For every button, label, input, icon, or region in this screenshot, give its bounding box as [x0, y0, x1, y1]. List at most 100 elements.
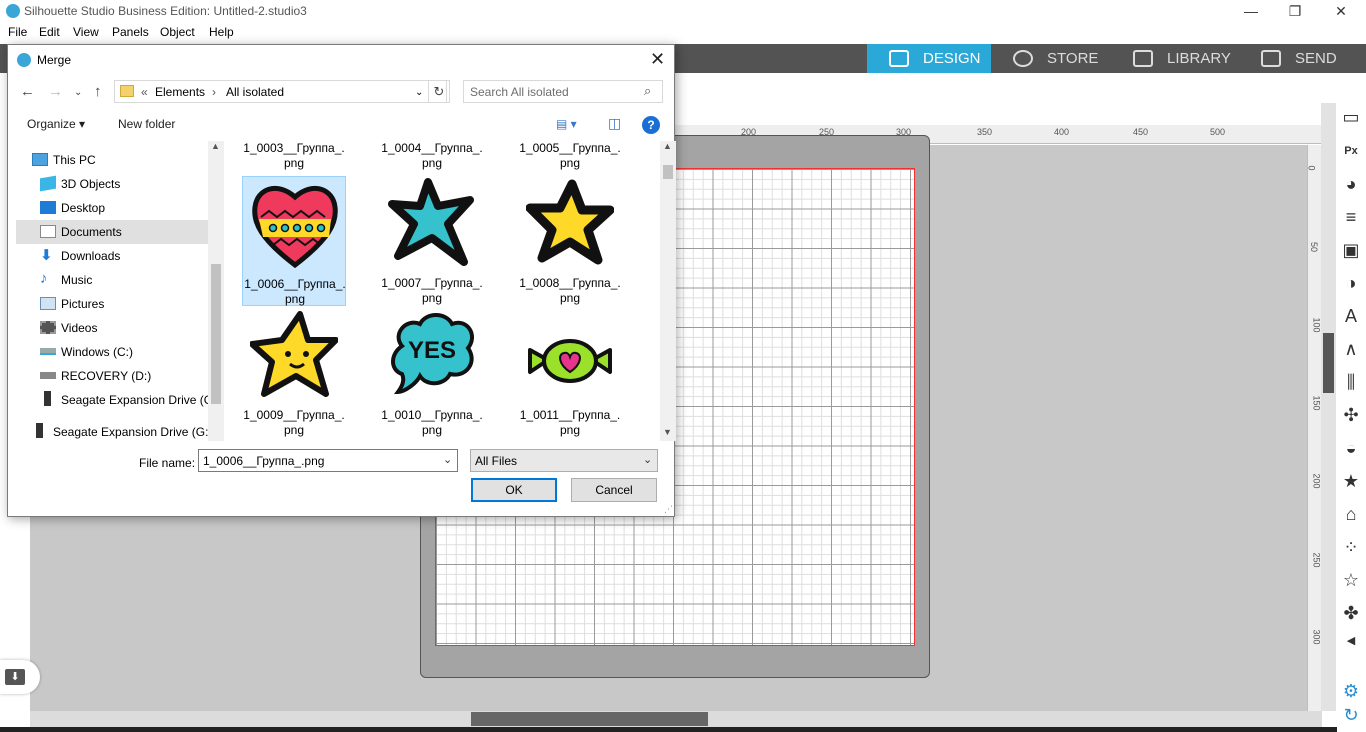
back-arrow-icon[interactable]: ← — [20, 83, 35, 100]
file-list: 1_0003__Группа_. png 1_0004__Группа_. pn… — [232, 141, 660, 441]
ruler-tick: 450 — [1133, 127, 1149, 137]
file-name-field[interactable]: 1_0006__Группа_.png ⌄ — [198, 449, 458, 472]
file-name: 1_0011__Группа_. png — [519, 408, 621, 437]
horizontal-scroll-thumb[interactable] — [471, 712, 708, 726]
offset-icon[interactable]: ☆ — [1340, 569, 1362, 591]
sketch-icon[interactable]: ∧ — [1340, 338, 1362, 360]
file-tile[interactable]: 1_0009__Группа_. png — [242, 308, 346, 438]
page-setup-icon[interactable]: ▭ — [1340, 106, 1362, 128]
file-list-scrollbar[interactable]: ▲ ▼ — [660, 141, 676, 441]
line-style-icon[interactable]: ≡ — [1340, 206, 1362, 228]
cancel-button[interactable]: Cancel — [571, 478, 657, 502]
nav-item-seagate-g-root[interactable]: Seagate Expansion Drive (G:) — [32, 420, 208, 444]
address-bar[interactable]: « Elements › All isolated ⌄ — [114, 80, 447, 103]
organize-button[interactable]: Organize ▾ — [27, 117, 85, 131]
file-type-select[interactable]: All Files ⌄ — [470, 449, 658, 472]
close-window-button[interactable]: ✕ — [1318, 0, 1364, 24]
minimize-button[interactable]: — — [1228, 0, 1274, 24]
file-tile[interactable]: 1_0003__Группа_. png — [242, 141, 346, 173]
library-toggle-button[interactable]: ⬇ — [0, 660, 40, 694]
scroll-up-icon[interactable]: ▲ — [211, 141, 220, 151]
shadow-icon[interactable]: ◑ — [1340, 272, 1362, 294]
download-icon: ⬇ — [40, 247, 53, 264]
desktop-icon — [40, 201, 56, 214]
file-name: 1_0009__Группа_. png — [243, 408, 345, 437]
search-input[interactable] — [464, 81, 642, 102]
nav-item-seagate-g[interactable]: Seagate Expansion Drive (G: — [40, 388, 208, 412]
settings-gear-icon[interactable]: ⚙ — [1340, 680, 1362, 702]
nav-item-label: Music — [61, 273, 93, 287]
horizontal-scrollbar[interactable] — [30, 711, 1322, 727]
tab-send[interactable]: SEND — [1239, 44, 1366, 73]
side-ruler — [1307, 145, 1321, 711]
file-tile-selected[interactable]: 1_0006__Группа_. png — [242, 176, 346, 306]
breadcrumb-overflow[interactable]: « — [141, 85, 148, 99]
breadcrumb-all-isolated[interactable]: All isolated — [226, 85, 284, 99]
menu-view[interactable]: View — [73, 25, 99, 39]
tab-design[interactable]: DESIGN — [867, 44, 991, 73]
collapse-arrow-icon[interactable]: ◀ — [1340, 630, 1362, 652]
recent-locations-icon[interactable]: ⌄ — [74, 87, 82, 98]
up-arrow-icon[interactable]: ↑ — [94, 83, 102, 100]
nav-item-label: Documents — [61, 225, 122, 239]
nav-pane-scrollbar[interactable]: ▲ — [208, 141, 224, 441]
preview-pane-icon[interactable]: ◫ — [608, 115, 621, 132]
restore-button[interactable]: ❐ — [1272, 0, 1318, 24]
pixscan-icon[interactable]: Px — [1340, 140, 1362, 162]
file-tile[interactable]: 1_0007__Группа_. png — [380, 176, 484, 306]
tab-send-label: SEND — [1295, 50, 1337, 67]
menu-edit[interactable]: Edit — [39, 25, 60, 39]
star-shape-icon[interactable]: ★ — [1340, 470, 1362, 492]
dialog-close-icon[interactable]: ✕ — [650, 49, 665, 70]
dialog-title-bar: Merge ✕ — [8, 45, 674, 75]
address-row: ← → ⌄ ↑ « Elements › All isolated ⌄ ↻ ⌕ — [8, 79, 674, 105]
new-folder-button[interactable]: New folder — [118, 117, 175, 131]
trace-icon[interactable]: ⌂ — [1340, 503, 1362, 525]
fill-color-icon[interactable]: ◕ — [1340, 173, 1362, 195]
drive-icon — [40, 348, 56, 355]
view-options-icon[interactable]: ▤ ▾ — [556, 117, 577, 131]
menu-panels[interactable]: Panels — [112, 25, 149, 39]
nav-scroll-thumb[interactable] — [211, 264, 221, 404]
file-tile[interactable]: 1_0011__Группа_. png — [518, 308, 622, 438]
file-scroll-thumb[interactable] — [663, 165, 673, 179]
resize-grip-icon[interactable]: ⋰ — [664, 504, 673, 515]
menu-file[interactable]: File — [8, 25, 27, 39]
breadcrumb-elements[interactable]: Elements — [155, 85, 205, 99]
chevron-down-icon[interactable]: ⌄ — [443, 453, 452, 466]
align-icon[interactable]: ⫼ — [1340, 371, 1362, 393]
menu-object[interactable]: Object — [160, 25, 195, 39]
grid-icon — [889, 50, 909, 67]
puzzle-icon[interactable]: ✤ — [1340, 602, 1362, 624]
scroll-up-icon[interactable]: ▲ — [663, 141, 672, 151]
store-icon — [1013, 50, 1033, 67]
address-dropdown-icon[interactable]: ⌄ — [415, 87, 423, 98]
file-tile[interactable]: 1_0005__Группа_. png — [518, 141, 622, 173]
forward-arrow-icon[interactable]: → — [48, 83, 63, 100]
nav-item-label: Seagate Expansion Drive (G: — [61, 393, 208, 407]
download-icon: ⬇ — [5, 669, 25, 685]
modify-icon[interactable]: ◒ — [1340, 437, 1362, 459]
vertical-scroll-thumb[interactable] — [1323, 333, 1334, 393]
scroll-down-icon[interactable]: ▼ — [663, 427, 672, 437]
breadcrumb-separator: › — [212, 85, 216, 99]
rhinestone-icon[interactable]: ⁘ — [1340, 536, 1362, 558]
text-style-icon[interactable]: A — [1340, 305, 1362, 327]
fill-pattern-icon[interactable]: ▣ — [1340, 239, 1362, 261]
menu-help[interactable]: Help — [209, 25, 234, 39]
refresh-button[interactable]: ↻ — [428, 80, 450, 103]
vertical-scrollbar[interactable] — [1321, 103, 1336, 711]
file-tile[interactable]: YES 1_0010__Группа_. png — [380, 308, 484, 438]
ok-button[interactable]: OK — [471, 478, 557, 502]
video-icon — [40, 321, 56, 334]
tab-library[interactable]: LIBRARY — [1111, 44, 1239, 73]
nav-item-documents[interactable]: Documents — [16, 220, 208, 244]
file-tile[interactable]: 1_0008__Группа_. png — [518, 176, 622, 306]
help-icon[interactable]: ? — [642, 116, 660, 134]
transform-icon[interactable]: ✣ — [1340, 404, 1362, 426]
search-box[interactable]: ⌕ — [463, 80, 663, 103]
nav-item-label: Seagate Expansion Drive (G:) — [53, 425, 208, 439]
file-tile[interactable]: 1_0004__Группа_. png — [380, 141, 484, 173]
sync-icon[interactable]: ↻ — [1340, 704, 1362, 726]
tab-store[interactable]: STORE — [991, 44, 1111, 73]
